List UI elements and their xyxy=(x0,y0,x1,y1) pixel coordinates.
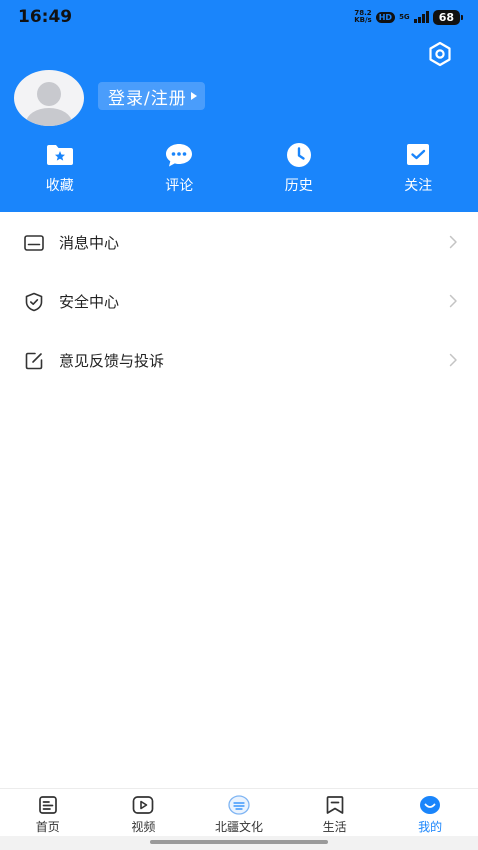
avatar-placeholder-body xyxy=(26,108,72,126)
tab-home[interactable]: 首页 xyxy=(0,789,96,836)
tab-label: 我的 xyxy=(418,820,443,834)
settings-button[interactable] xyxy=(426,40,454,68)
shortcut-favorites[interactable]: 收藏 xyxy=(0,142,120,198)
avatar[interactable] xyxy=(14,70,84,126)
clock-icon xyxy=(284,142,314,168)
comment-bubble-icon xyxy=(164,142,194,168)
status-indicators: 78.2 KB/s HD 5G 68 xyxy=(354,9,464,25)
home-indicator[interactable] xyxy=(150,840,328,844)
tab-mine[interactable]: 我的 xyxy=(382,789,478,836)
shield-check-icon xyxy=(24,292,44,312)
shortcut-comments[interactable]: 评论 xyxy=(120,142,240,198)
profile-header: 16:49 78.2 KB/s HD 5G 68 登录/注册 收藏 评论 历史 … xyxy=(0,0,478,212)
tab-beijiang-culture[interactable]: 北疆文化 xyxy=(191,789,287,836)
tab-label: 北疆文化 xyxy=(214,820,263,834)
chevron-right-icon xyxy=(449,353,457,367)
tab-life[interactable]: 生活 xyxy=(287,789,383,836)
tab-label: 生活 xyxy=(322,820,347,834)
menu-item-label: 意见反馈与投诉 xyxy=(59,352,165,370)
login-register-button[interactable]: 登录/注册 xyxy=(98,82,205,110)
shortcut-label: 历史 xyxy=(284,178,313,194)
signal-icon xyxy=(413,11,429,23)
avatar-placeholder-icon xyxy=(37,82,61,106)
envelope-icon xyxy=(24,233,44,253)
follow-check-icon xyxy=(403,142,433,168)
system-nav-area xyxy=(0,836,478,850)
settings-menu: 消息中心 安全中心 意见反馈与投诉 xyxy=(0,212,478,788)
menu-item-feedback[interactable]: 意见反馈与投诉 xyxy=(0,331,478,390)
chevron-right-icon xyxy=(449,235,457,249)
life-bookmark-icon xyxy=(324,795,346,815)
bottom-tab-bar: 首页 视频 北疆文化 生活 我的 xyxy=(0,788,478,836)
network-speed-unit: KB/s xyxy=(354,16,372,24)
menu-item-label: 安全中心 xyxy=(59,293,120,311)
shortcut-following[interactable]: 关注 xyxy=(359,142,478,198)
news-icon xyxy=(37,795,59,815)
menu-item-security[interactable]: 安全中心 xyxy=(0,272,478,331)
folder-star-icon xyxy=(45,142,75,168)
hd-badge: HD xyxy=(375,11,396,23)
menu-item-messages[interactable]: 消息中心 xyxy=(0,213,478,272)
shortcut-row: 收藏 评论 历史 关注 xyxy=(0,142,478,198)
battery-indicator: 68 xyxy=(432,9,464,25)
shortcut-history[interactable]: 历史 xyxy=(239,142,359,198)
culture-logo-icon xyxy=(228,795,250,815)
video-play-icon xyxy=(132,795,154,815)
network-type: 5G xyxy=(399,12,410,21)
tab-video[interactable]: 视频 xyxy=(96,789,192,836)
network-speed: 78.2 KB/s xyxy=(354,10,371,24)
menu-item-label: 消息中心 xyxy=(59,234,120,252)
status-time: 16:49 xyxy=(18,7,73,27)
chevron-right-icon xyxy=(449,294,457,308)
shortcut-label: 收藏 xyxy=(45,178,74,194)
tab-label: 首页 xyxy=(35,820,60,834)
tab-label: 视频 xyxy=(131,820,156,834)
shortcut-label: 评论 xyxy=(165,178,194,194)
status-bar: 16:49 78.2 KB/s HD 5G 68 xyxy=(0,0,478,34)
login-register-label: 登录/注册 xyxy=(108,88,187,109)
edit-square-icon xyxy=(24,351,44,371)
triangle-right-icon xyxy=(190,92,197,100)
settings-hexagon-icon xyxy=(429,41,451,67)
shortcut-label: 关注 xyxy=(404,178,433,194)
profile-smile-icon xyxy=(419,795,441,815)
